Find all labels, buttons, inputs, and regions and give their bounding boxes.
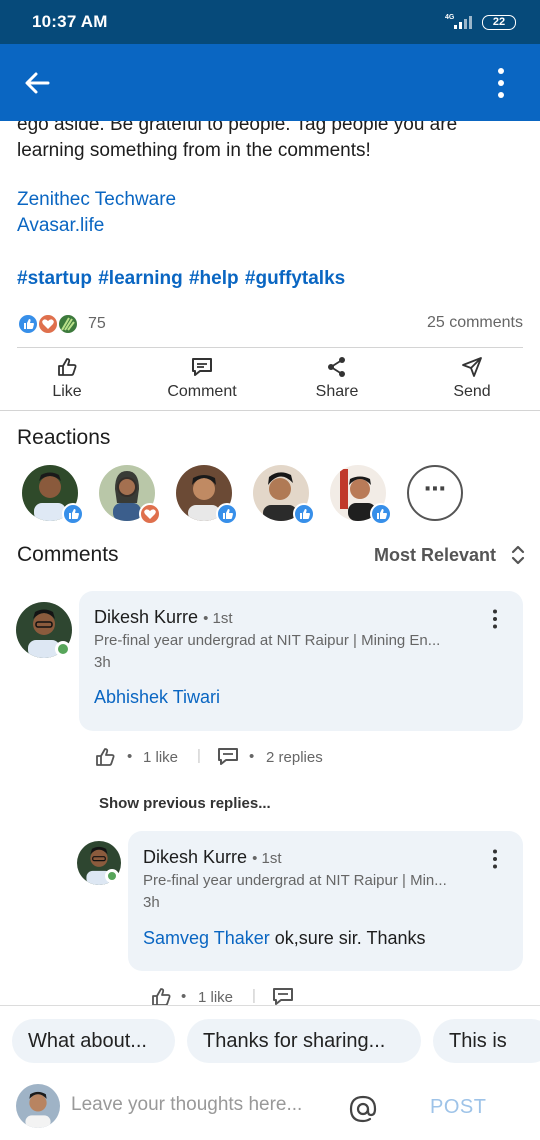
celebrate-reaction-icon [57,313,79,335]
reply-count[interactable]: 2 replies [266,749,323,766]
comment-button[interactable]: Comment [147,356,257,404]
comments-title: Comments [17,543,119,566]
app-bar [0,44,540,121]
mention-link[interactable]: Abhishek Tiwari [94,687,220,707]
comment-menu-icon[interactable] [490,609,500,629]
connection-degree: • 1st [252,850,282,867]
post-link-avasar[interactable]: Avasar.life [17,215,104,237]
signal-icon [454,16,472,29]
post-button[interactable]: POST [430,1096,486,1119]
status-time: 10:37 AM [32,12,108,31]
comment-label: Comment [167,383,237,400]
pipe-separator: | [197,747,201,764]
sort-label[interactable]: Most Relevant [374,545,496,566]
reactor-avatar[interactable] [176,465,238,525]
send-button[interactable]: Send [417,356,527,404]
suggestion-label: What about... [28,1030,147,1052]
share-icon [328,357,345,377]
suggestion-chip[interactable]: Thanks for sharing... [187,1019,421,1063]
reaction-count: 75 [88,315,106,332]
dot-separator: • [127,748,133,765]
dot-separator: • [181,988,187,1005]
like-badge-icon [62,503,84,525]
network-type: 4G [445,14,455,21]
reactor-avatar[interactable] [330,465,392,525]
reply-name-row[interactable]: Dikesh Kurre • 1st [143,847,282,868]
comment-actions: • 1 like | • 2 replies [94,746,354,770]
comment-text: Abhishek Tiwari [94,687,220,708]
reply-menu-icon[interactable] [490,849,500,869]
battery-icon: 22 [482,15,516,30]
reply-icon[interactable] [217,747,239,767]
user-avatar [16,1084,60,1128]
pipe-separator: | [252,987,256,1004]
comment-time: 3h [94,654,111,671]
mention-at-icon[interactable] [348,1094,378,1124]
send-icon [462,357,482,377]
connection-degree: • 1st [203,610,233,627]
reply-icon[interactable] [272,987,294,1007]
post-hashtags[interactable]: #startup #learning #help #guffytalks [17,268,345,290]
online-status-icon [105,869,119,883]
status-bar: 10:37 AM 4G 22 [0,0,540,44]
like-badge-icon [216,503,238,525]
suggestion-label: This is [449,1030,507,1052]
comment-input[interactable]: Leave your thoughts here... [71,1094,331,1116]
like-badge-icon [293,503,315,525]
like-count[interactable]: 1 like [143,749,178,766]
commenter-name[interactable]: Dikesh Kurre [94,607,198,627]
suggestion-label: Thanks for sharing... [203,1030,386,1052]
reply-text: ok,sure sir. Thanks [274,928,426,948]
reply-text-row: Samveg Thaker ok,sure sir. Thanks [143,928,425,949]
commenter-headline: Pre-final year undergrad at NIT Raipur |… [94,632,441,649]
suggestion-chip[interactable]: What about... [12,1019,175,1063]
like-reaction-icon [17,313,39,335]
sort-chevrons-icon[interactable] [510,543,526,567]
comments-count[interactable]: 25 comments [427,314,523,332]
reactor-avatar[interactable] [99,465,161,525]
commenter-name-row[interactable]: Dikesh Kurre • 1st [94,607,233,628]
reactions-title: Reactions [17,426,111,449]
love-badge-icon [139,503,161,525]
back-arrow-icon[interactable] [22,68,52,98]
online-status-icon [55,641,71,657]
comment-bubble: Dikesh Kurre • 1st Pre-final year underg… [79,591,523,731]
reactor-avatar[interactable] [22,465,84,525]
send-label: Send [453,383,491,400]
comment-icon [192,358,212,376]
post-link-zenithec[interactable]: Zenithec Techware [17,189,176,211]
reply-headline: Pre-final year undergrad at NIT Raipur |… [143,872,447,889]
like-icon[interactable] [94,746,116,768]
reply-like-count[interactable]: 1 like [198,989,233,1006]
reply-commenter-name[interactable]: Dikesh Kurre [143,847,247,867]
love-reaction-icon [37,313,59,335]
share-label: Share [315,383,359,400]
like-icon [58,358,77,376]
dot-separator: • [249,748,255,765]
more-options-icon[interactable] [489,66,513,100]
reply-bubble: Dikesh Kurre • 1st Pre-final year underg… [128,831,523,971]
like-label: Like [52,383,82,400]
reactor-avatar[interactable] [253,465,315,525]
divider [17,347,523,348]
show-previous-replies[interactable]: Show previous replies... [99,795,271,812]
share-button[interactable]: Share [282,356,392,404]
like-button[interactable]: Like [12,356,122,404]
more-reactors-button[interactable]: ⋯ [407,465,463,521]
divider [0,410,540,411]
like-badge-icon [370,503,392,525]
compose-panel: What about... Thanks for sharing... This… [0,1005,540,1140]
mention-link[interactable]: Samveg Thaker [143,928,270,948]
suggestion-chip[interactable]: This is [433,1019,540,1063]
reply-time: 3h [143,894,160,911]
